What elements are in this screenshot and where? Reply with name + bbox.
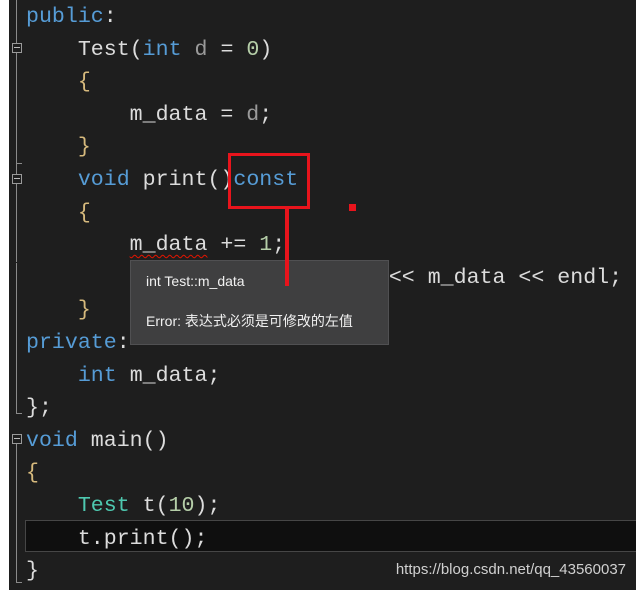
fold-guide (16, 0, 17, 262)
code-token: int (77, 363, 117, 388)
tooltip-error-message: Error: 表达式必须是可修改的左值 (146, 313, 353, 329)
code-token: 1 (259, 233, 273, 258)
collapse-icon[interactable] (12, 434, 22, 444)
code-line[interactable]: public: (26, 1, 117, 33)
code-line[interactable]: } (26, 131, 91, 163)
code-line[interactable]: m_data = d; (26, 99, 273, 131)
code-line[interactable]: { (26, 66, 91, 98)
code-token: }; (26, 396, 52, 421)
code-line[interactable]: Test t(10); (26, 490, 221, 522)
code-token: t.print(); (26, 526, 208, 551)
code-token: : (103, 5, 117, 29)
code-line[interactable]: int m_data; (26, 360, 221, 392)
code-token: ) (259, 37, 273, 62)
code-token: Test (77, 494, 130, 518)
collapse-icon[interactable] (12, 174, 22, 184)
code-token: { (77, 70, 91, 95)
annotation-highlight-box (228, 153, 310, 209)
collapse-icon[interactable] (12, 43, 22, 53)
code-line[interactable]: void main() (26, 425, 169, 457)
code-line[interactable]: t.print(); (26, 523, 208, 555)
code-token: { (26, 461, 39, 486)
watermark: https://blog.csdn.net/qq_43560037 (395, 561, 626, 578)
code-token: 0 (246, 37, 260, 62)
code-token: void (26, 428, 78, 453)
code-token: Test (77, 37, 130, 62)
code-token: { (77, 200, 91, 225)
code-token: m_data = (26, 102, 247, 127)
code-line[interactable]: private: (26, 327, 130, 359)
code-line[interactable]: m_data += 1; (26, 229, 286, 261)
code-token: private (26, 331, 117, 355)
code-token: } (77, 135, 91, 160)
code-token: main() (77, 428, 169, 453)
code-token: ; (259, 102, 273, 127)
code-line[interactable]: { (26, 197, 91, 229)
fold-guide-end (16, 582, 22, 583)
code-token: int (142, 37, 182, 62)
code-token: } (77, 298, 91, 323)
code-token: t( (129, 494, 169, 518)
error-squiggle-token: m_data (129, 233, 208, 258)
code-token: m_data; (116, 363, 221, 388)
code-line[interactable]: Test(int d = 0) (26, 34, 272, 66)
code-token: d (246, 102, 260, 127)
annotation-arrow-line (285, 206, 289, 286)
code-token: public (26, 5, 104, 29)
code-token: ( (129, 37, 143, 62)
code-token: 10 (168, 494, 195, 518)
code-token: d (194, 37, 208, 62)
error-tooltip: int Test::m_data Error: 表达式必须是可修改的左值 (130, 260, 389, 345)
annotation-dot (349, 204, 356, 211)
code-line[interactable]: { (26, 457, 39, 489)
fold-guide (16, 263, 17, 413)
code-token: += (207, 233, 260, 258)
fold-guide-end (16, 163, 22, 164)
code-token: ); (194, 494, 221, 518)
code-line[interactable]: }; (26, 392, 52, 424)
code-token: ; (272, 233, 286, 258)
fold-guide (16, 440, 17, 583)
tooltip-signature: int Test::m_data (146, 273, 245, 289)
code-token: } (26, 559, 39, 584)
code-line[interactable]: } (26, 555, 39, 587)
fold-guide-end (16, 413, 22, 414)
code-token: print() (129, 168, 234, 192)
code-token: void (77, 168, 130, 192)
code-token: : (116, 331, 130, 355)
code-line[interactable]: } (26, 294, 91, 326)
code-token: = (207, 37, 247, 62)
